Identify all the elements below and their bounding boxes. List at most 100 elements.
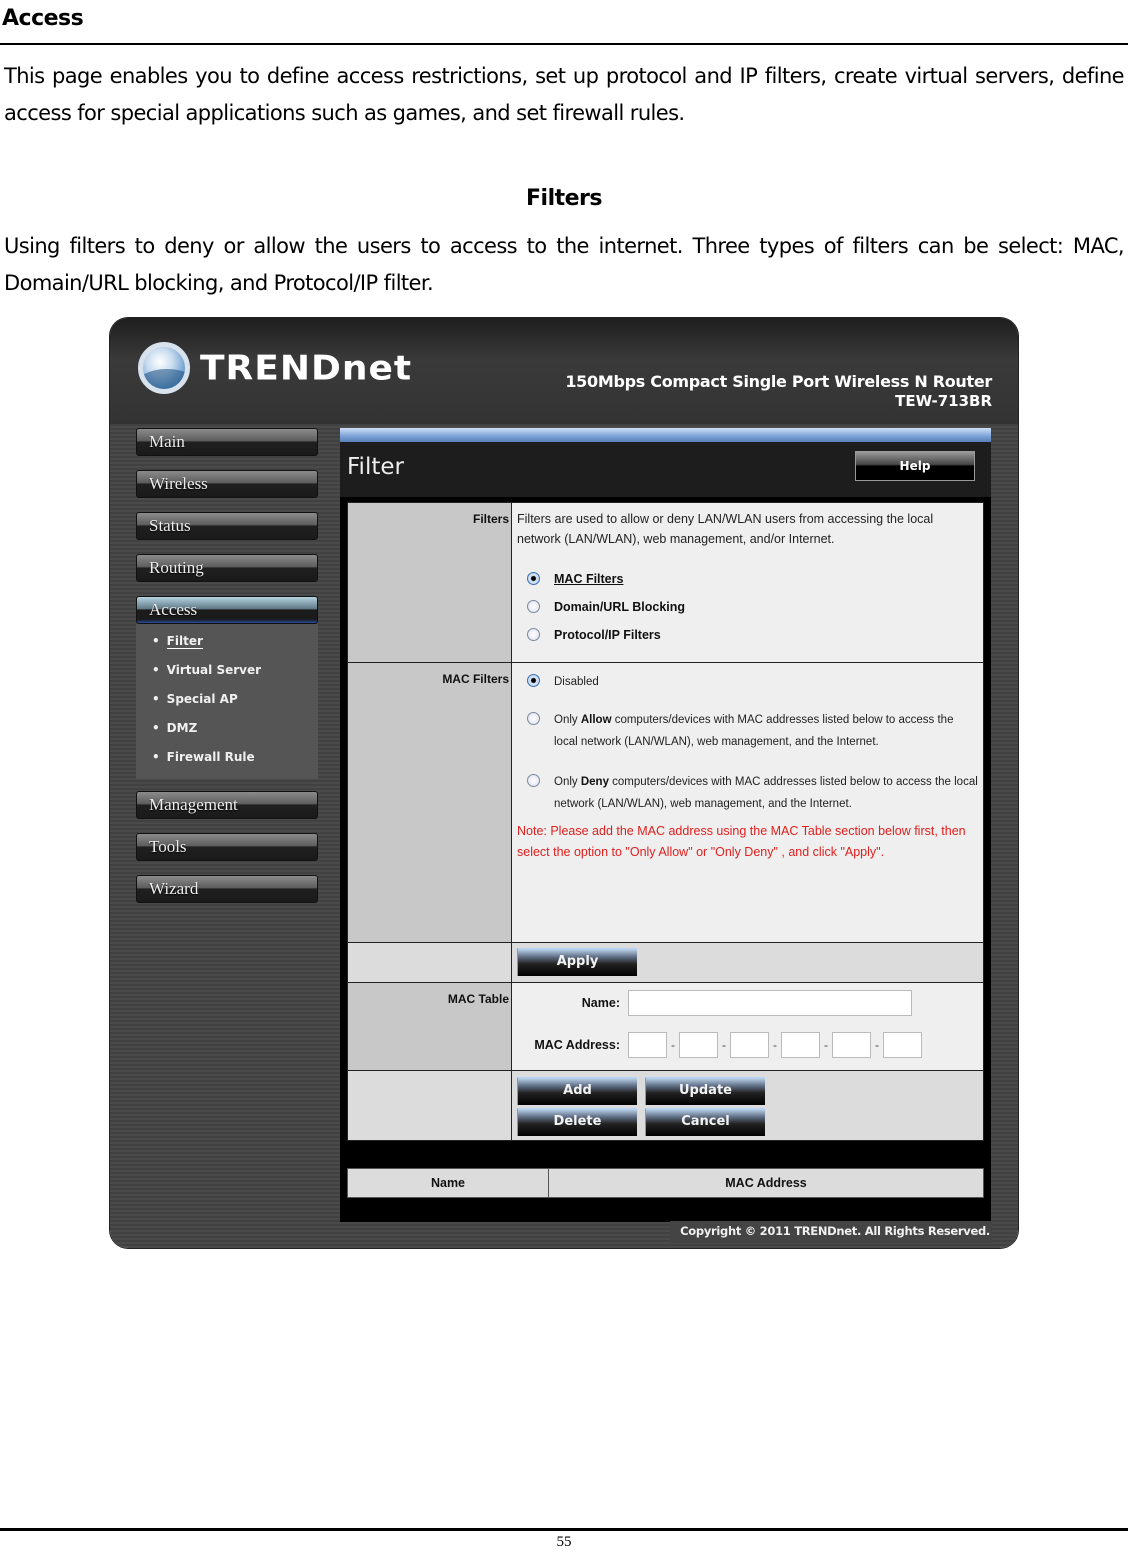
nav-routing[interactable]: Routing [136, 554, 318, 582]
text-suffix: computers/devices with MAC addresses lis… [554, 776, 978, 810]
bullet-icon: • [152, 663, 160, 677]
mac-list-table: Name MAC Address [347, 1168, 984, 1198]
radio-unchecked-icon[interactable] [527, 712, 540, 725]
name-input[interactable] [628, 990, 912, 1016]
mac-filters-row: MAC Filters Disabled Only Allow computer… [347, 662, 984, 943]
intro-paragraph: This page enables you to define access r… [4, 64, 1125, 125]
radio-label[interactable]: Disabled [554, 671, 599, 693]
content-topbar [340, 428, 991, 442]
page-title: Filter [347, 454, 404, 480]
nav-tools[interactable]: Tools [136, 833, 318, 861]
radio-unchecked-icon[interactable] [527, 628, 540, 641]
name-label: Name: [581, 996, 620, 1010]
cancel-button[interactable]: Cancel [645, 1108, 765, 1136]
access-submenu: • Filter • Virtual Server • Special AP • DMZ… [136, 624, 318, 779]
radio-label[interactable]: Domain/URL Blocking [554, 597, 685, 617]
mac-address-row: MAC Address: - - - - - [517, 1032, 979, 1058]
radio-label[interactable]: Only Allow computers/devices with MAC ad… [554, 709, 979, 753]
nav-management[interactable]: Management [136, 791, 318, 819]
subnav-filter[interactable]: • Filter [136, 630, 318, 659]
mac-separator: - [722, 1038, 726, 1052]
product-model: TEW-713BR [895, 392, 992, 410]
mac-table-buttons-row: Add Update Delete Cancel [347, 1070, 984, 1141]
apply-button[interactable]: Apply [517, 948, 637, 976]
radio-label[interactable]: Protocol/IP Filters [554, 625, 661, 645]
radio-checked-icon[interactable] [527, 674, 540, 687]
name-row: Name: [517, 990, 979, 1016]
radio-only-allow[interactable]: Only Allow computers/devices with MAC ad… [527, 709, 979, 753]
bullet-icon: • [152, 750, 160, 764]
mac-filter-note: Note: Please add the MAC address using t… [517, 824, 966, 859]
radio-label[interactable]: Only Deny computers/devices with MAC add… [554, 771, 979, 815]
add-button[interactable]: Add [517, 1077, 637, 1105]
heading-rule [0, 43, 1128, 45]
radio-mac-filters[interactable]: MAC Filters [527, 569, 979, 589]
radio-label[interactable]: MAC Filters [554, 569, 623, 589]
page-number: 55 [556, 1534, 572, 1550]
mac-octet-4-input[interactable] [781, 1032, 820, 1058]
radio-unchecked-icon[interactable] [527, 600, 540, 613]
nav-main[interactable]: Main [136, 428, 318, 456]
subnav-special-ap[interactable]: • Special AP [136, 688, 318, 717]
router-screenshot: TRENDnet 150Mbps Compact Single Port Wir… [110, 318, 1018, 1248]
bullet-icon: • [152, 721, 160, 735]
subnav-virtual-server[interactable]: • Virtual Server [136, 659, 318, 688]
mac-filters-label: MAC Filters [347, 662, 512, 943]
nav-status[interactable]: Status [136, 512, 318, 540]
mac-separator: - [773, 1038, 777, 1052]
text-prefix: Only [554, 714, 581, 726]
mac-octet-3-input[interactable] [730, 1032, 769, 1058]
radio-disabled[interactable]: Disabled [527, 671, 979, 693]
mac-octet-1-input[interactable] [628, 1032, 667, 1058]
mac-table-value: Name: MAC Address: - - - - - [511, 982, 984, 1071]
subnav-label: Special AP [166, 692, 238, 706]
product-title: 150Mbps Compact Single Port Wireless N R… [565, 372, 992, 391]
brand-name: TRENDnet [200, 348, 413, 388]
radio-domain-url-blocking[interactable]: Domain/URL Blocking [527, 597, 979, 617]
nav-wizard[interactable]: Wizard [136, 875, 318, 903]
trendnet-logo: TRENDnet [138, 342, 412, 394]
text-bold: Deny [580, 776, 609, 788]
filters-paragraph: Using filters to deny or allow the users… [4, 234, 1125, 295]
radio-protocol-ip-filters[interactable]: Protocol/IP Filters [527, 625, 979, 645]
subnav-label: Filter [166, 634, 203, 649]
bullet-icon: • [152, 692, 160, 706]
router-header: TRENDnet 150Mbps Compact Single Port Wir… [110, 318, 1018, 424]
text-prefix: Only [554, 776, 581, 788]
copyright-text: Copyright © 2011 TRENDnet. All Rights Re… [680, 1224, 990, 1238]
filters-value: Filters are used to allow or deny LAN/WL… [511, 502, 984, 663]
mac-address-label: MAC Address: [534, 1038, 620, 1052]
content-panel: Filter Help Filters Filters are used to … [340, 428, 991, 1222]
mac-table-buttons: Add Update Delete Cancel [517, 1077, 979, 1136]
nav-wireless[interactable]: Wireless [136, 470, 318, 498]
text-suffix: computers/devices with MAC addresses lis… [554, 714, 954, 748]
mac-separator: - [671, 1038, 675, 1052]
content-header: Filter Help [340, 442, 991, 497]
filters-label: Filters [347, 502, 512, 663]
subnav-dmz[interactable]: • DMZ [136, 717, 318, 746]
subnav-label: Virtual Server [166, 663, 262, 677]
buttons-row-value: Add Update Delete Cancel [511, 1070, 984, 1141]
update-button[interactable]: Update [645, 1077, 765, 1105]
help-button[interactable]: Help [855, 451, 975, 481]
nav-access[interactable]: Access [136, 596, 318, 624]
section-heading: Access [2, 6, 84, 31]
footer-rule [0, 1528, 1128, 1531]
radio-unchecked-icon[interactable] [527, 774, 540, 787]
mac-octet-6-input[interactable] [883, 1032, 922, 1058]
filters-row: Filters Filters are used to allow or den… [347, 502, 984, 663]
apply-row-label [347, 942, 512, 983]
delete-button[interactable]: Delete [517, 1108, 637, 1136]
mac-filters-value: Disabled Only Allow computers/devices wi… [511, 662, 984, 943]
text-bold: Allow [580, 714, 612, 726]
mac-separator: - [875, 1038, 879, 1052]
subsection-heading: Filters [526, 186, 603, 211]
mac-octet-5-input[interactable] [832, 1032, 871, 1058]
subnav-label: Firewall Rule [166, 750, 255, 764]
mac-octet-2-input[interactable] [679, 1032, 718, 1058]
globe-logo-icon [138, 342, 190, 394]
apply-row: Apply [347, 942, 984, 983]
radio-only-deny[interactable]: Only Deny computers/devices with MAC add… [527, 771, 979, 815]
radio-checked-icon[interactable] [527, 572, 540, 585]
subnav-firewall-rule[interactable]: • Firewall Rule [136, 746, 318, 775]
